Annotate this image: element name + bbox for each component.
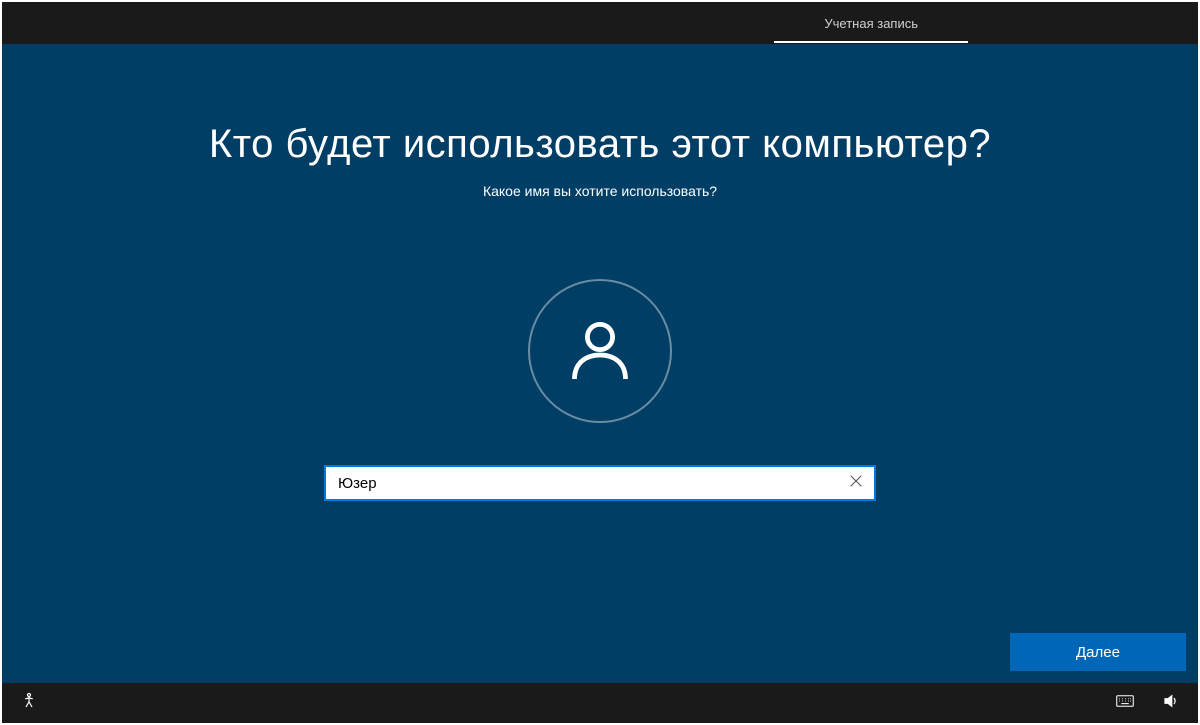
username-input-wrapper (324, 465, 876, 501)
volume-button[interactable] (1162, 692, 1180, 715)
accessibility-icon (20, 692, 38, 715)
footer-bar (2, 683, 1198, 723)
clear-input-button[interactable] (838, 467, 874, 499)
keyboard-button[interactable] (1116, 692, 1134, 715)
header-bar: Учетная запись (2, 2, 1198, 44)
volume-icon (1162, 692, 1180, 715)
tab-account[interactable]: Учетная запись (774, 4, 968, 43)
footer-right (1116, 692, 1180, 715)
user-icon (564, 313, 636, 390)
keyboard-icon (1116, 692, 1134, 715)
next-button[interactable]: Далее (1010, 633, 1186, 671)
content-area: Кто будет использовать этот компьютер? К… (2, 44, 1198, 683)
footer-left (20, 692, 38, 715)
accessibility-button[interactable] (20, 692, 38, 715)
avatar-placeholder (528, 279, 672, 423)
username-input[interactable] (326, 475, 838, 492)
page-title: Кто будет использовать этот компьютер? (209, 122, 991, 167)
setup-window: Учетная запись Кто будет использовать эт… (2, 2, 1198, 723)
page-subtitle: Какое имя вы хотите использовать? (483, 183, 717, 199)
close-icon (849, 474, 863, 493)
